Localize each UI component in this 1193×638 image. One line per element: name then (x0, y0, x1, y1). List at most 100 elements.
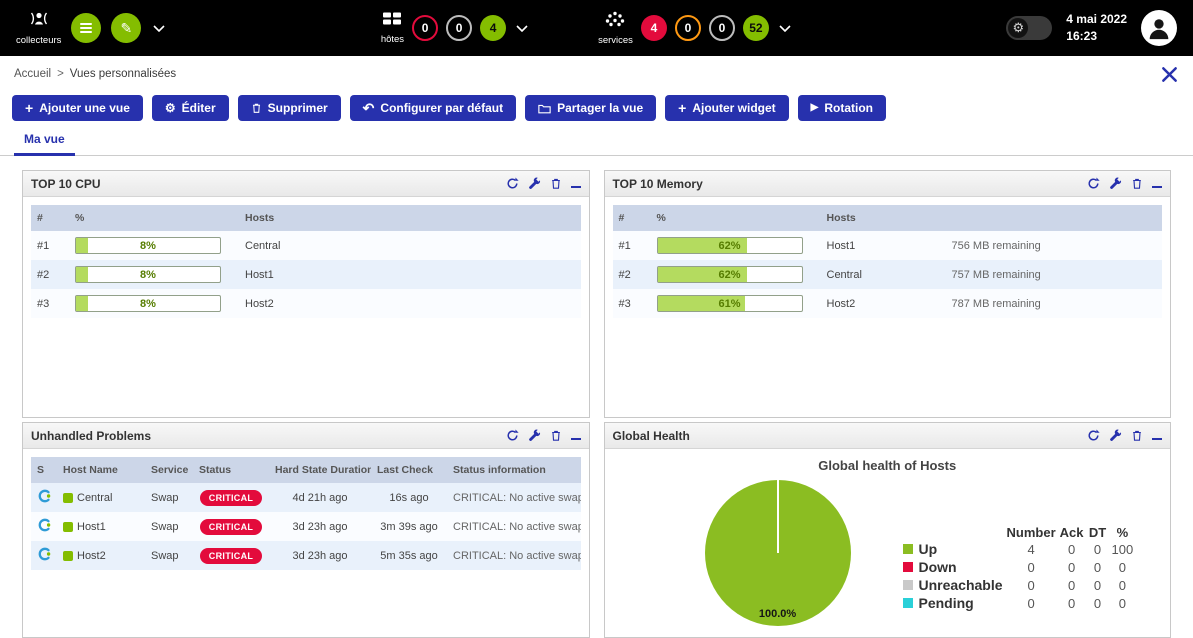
duration-cell: 4d 21h ago (269, 483, 371, 512)
widget-unhandled-problems: Unhandled Problems S Hos (22, 422, 590, 638)
services-critical-badge[interactable]: 4 (641, 15, 667, 41)
refresh-icon[interactable] (1087, 177, 1100, 190)
clock: 4 mai 2022 16:23 (1066, 11, 1127, 46)
minimize-icon[interactable] (571, 179, 581, 188)
trash-icon (251, 102, 262, 114)
s-cell (31, 483, 57, 512)
services-warning-badge[interactable]: 0 (675, 15, 701, 41)
breadcrumb-home[interactable]: Accueil (14, 68, 51, 80)
theme-toggle[interactable]: ⚙ (1006, 16, 1052, 40)
cpu-table: # % Hosts #1 8% Central (31, 205, 581, 318)
host-status-square (63, 551, 73, 561)
health-pie-chart: 100.0% (705, 480, 851, 626)
centreon-logo-icon (37, 518, 51, 532)
minimize-icon[interactable] (1152, 179, 1162, 188)
services-label: services (598, 35, 633, 46)
refresh-icon[interactable] (506, 177, 519, 190)
play-icon: ▶ (811, 103, 819, 113)
refresh-icon[interactable] (506, 429, 519, 442)
collectors-chevron-down-icon[interactable] (151, 25, 167, 32)
add-widget-button[interactable]: + Ajouter widget (665, 95, 789, 121)
duration-cell: 3d 23h ago (269, 512, 371, 541)
col-hosts: Hosts (239, 205, 581, 231)
share-view-button[interactable]: Partager la vue (525, 95, 656, 121)
breadcrumb-current[interactable]: Vues personnalisées (70, 68, 176, 80)
status-badge: CRITICAL (200, 548, 262, 564)
status-badge: CRITICAL (200, 519, 262, 535)
service-cell[interactable]: Swap (145, 541, 193, 570)
service-cell[interactable]: Swap (145, 512, 193, 541)
table-row: Host1 Swap CRITICAL 3d 23h ago 3m 39s ag… (31, 512, 581, 541)
plus-icon: + (25, 101, 33, 115)
export-config-icon[interactable]: ✎ (111, 13, 141, 43)
wrench-icon[interactable] (1109, 177, 1122, 190)
wrench-icon[interactable] (528, 429, 541, 442)
col-rank: # (31, 205, 69, 231)
host-cell[interactable]: Host2 (239, 289, 581, 318)
services-status-group: services 4 0 0 52 (598, 11, 793, 46)
rotation-button[interactable]: ▶ Rotation (798, 95, 886, 121)
rank-cell: #1 (613, 231, 651, 260)
trash-icon[interactable] (1131, 177, 1143, 190)
hosts-up-badge[interactable]: 4 (480, 15, 506, 41)
status-info-cell: CRITICAL: No active swap (447, 541, 581, 570)
table-row: Host2 Swap CRITICAL 3d 23h ago 5m 35s ag… (31, 541, 581, 570)
col-last-check: Last Check (371, 457, 447, 483)
wrench-icon[interactable] (528, 177, 541, 190)
tabbar: Ma vue (0, 124, 1193, 156)
rotation-label: Rotation (824, 101, 873, 115)
host-status-square (63, 522, 73, 532)
services-chevron-down-icon[interactable] (777, 25, 793, 32)
trash-icon[interactable] (550, 429, 562, 442)
trash-icon[interactable] (550, 177, 562, 190)
edit-button[interactable]: ⚙ Éditer (152, 95, 229, 121)
collectors-menu[interactable]: collecteurs (16, 10, 61, 46)
hosts-unreachable-badge[interactable]: 0 (446, 15, 472, 41)
tab-ma-vue[interactable]: Ma vue (14, 126, 75, 156)
legend-label: Up (919, 541, 938, 557)
host-cell[interactable]: Host1 (821, 231, 946, 260)
minimize-icon[interactable] (571, 431, 581, 440)
host-cell[interactable]: Central (239, 231, 581, 260)
configure-default-label: Configurer par défaut (380, 101, 503, 115)
hosts-chevron-down-icon[interactable] (514, 25, 530, 32)
hosts-menu[interactable]: hôtes (381, 11, 404, 45)
memory-progress-bar: 61% (657, 295, 803, 312)
hosts-down-badge[interactable]: 0 (412, 15, 438, 41)
hosts-status-group: hôtes 0 0 4 (381, 11, 530, 45)
memory-progress-bar: 62% (657, 237, 803, 254)
user-avatar[interactable] (1141, 10, 1177, 46)
memory-table: # % Hosts #1 62% Host1 756 MB r (613, 205, 1163, 318)
services-ok-badge[interactable]: 52 (743, 15, 769, 41)
services-menu[interactable]: services (598, 11, 633, 46)
configure-default-button[interactable]: ↶ Configurer par défaut (350, 95, 516, 121)
up-swatch (903, 544, 913, 554)
delete-button[interactable]: Supprimer (238, 95, 341, 121)
col-s: S (31, 457, 57, 483)
service-cell[interactable]: Swap (145, 483, 193, 512)
share-icon (538, 103, 551, 114)
legend-row-up: Up 4 0 0 100 (901, 540, 1136, 558)
host-cell[interactable]: Host1 (239, 260, 581, 289)
collectors-icon (28, 10, 50, 32)
host-name[interactable]: Central (77, 492, 112, 504)
add-view-button[interactable]: + Ajouter une vue (12, 95, 143, 121)
trash-icon[interactable] (1131, 429, 1143, 442)
tools-icon[interactable] (1160, 65, 1179, 84)
rank-cell: #1 (31, 231, 69, 260)
minimize-icon[interactable] (1152, 431, 1162, 440)
remaining-cell: 757 MB remaining (946, 260, 1163, 289)
host-cell[interactable]: Central (821, 260, 946, 289)
services-unknown-badge[interactable]: 0 (709, 15, 735, 41)
s-cell (31, 541, 57, 570)
host-cell[interactable]: Host2 (821, 289, 946, 318)
add-view-label: Ajouter une vue (39, 101, 130, 115)
wrench-icon[interactable] (1109, 429, 1122, 442)
host-name[interactable]: Host1 (77, 521, 106, 533)
rank-cell: #2 (31, 260, 69, 289)
poller-config-icon[interactable] (71, 13, 101, 43)
refresh-icon[interactable] (1087, 429, 1100, 442)
col-percent: % (651, 205, 821, 231)
host-name[interactable]: Host2 (77, 550, 106, 562)
rank-cell: #3 (31, 289, 69, 318)
